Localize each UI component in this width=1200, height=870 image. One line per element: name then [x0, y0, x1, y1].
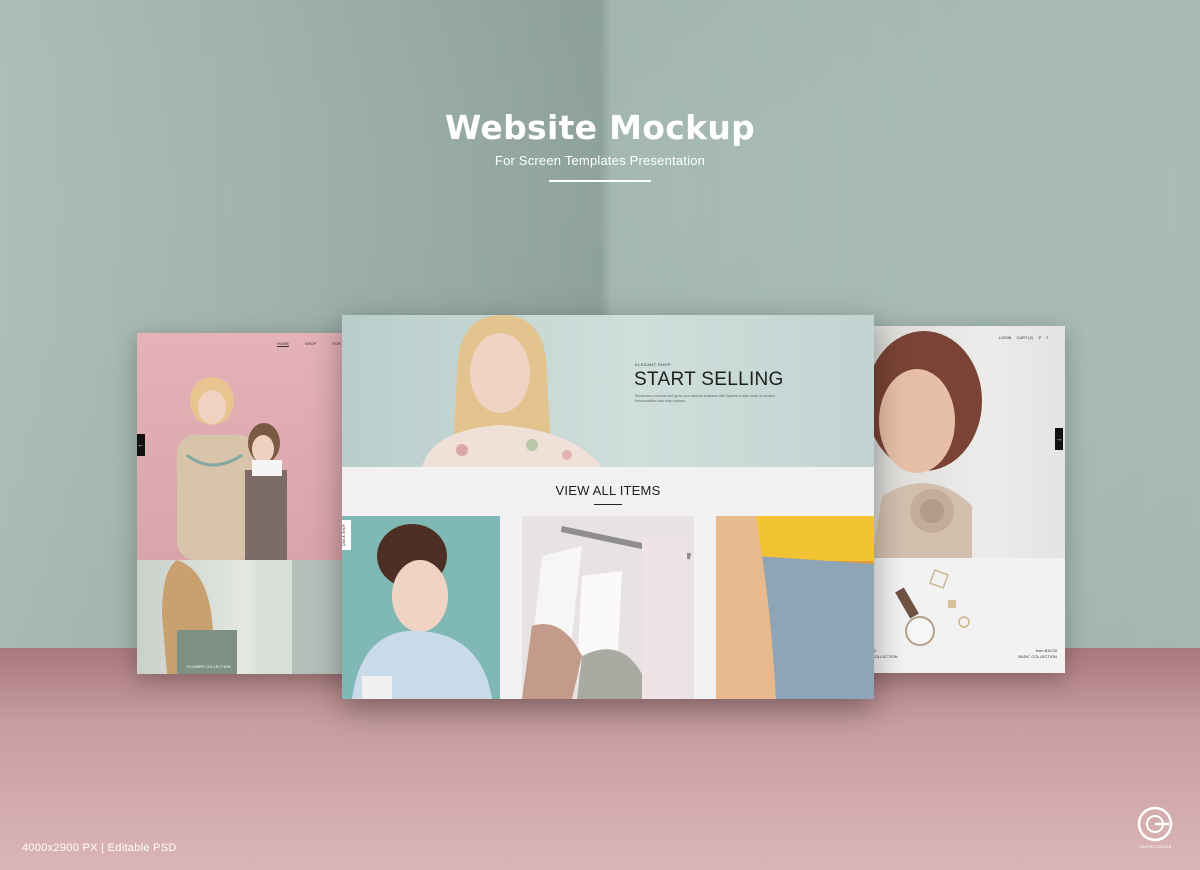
menu-icon[interactable]: ≡: [1046, 335, 1048, 340]
left-bottom-label: FLOWER COLLECTION: [187, 664, 231, 669]
left-arrow-icon[interactable]: ←: [137, 434, 145, 456]
product-photo-2: [522, 516, 694, 699]
center-eyebrow: ELEGANT SHOP: [635, 362, 671, 367]
right-collection-name: BASIC COLLECTION: [1018, 654, 1057, 659]
right-price-left: $0 COLLECTION: [872, 648, 898, 660]
right-price: from $19.00 BASIC COLLECTION: [1018, 648, 1057, 660]
headline-subtitle: For Screen Templates Presentation: [494, 153, 706, 168]
right-arrow-icon[interactable]: →: [1055, 428, 1063, 450]
view-all-items-heading[interactable]: VIEW ALL ITEMS: [342, 483, 874, 498]
left-bottom-photo: FLOWER COLLECTION: [137, 560, 352, 674]
left-nav-shop[interactable]: SHOP: [305, 341, 316, 347]
left-nav-home[interactable]: HOME: [277, 341, 289, 347]
view-all-items-underline: [594, 504, 622, 505]
right-hero: LOGIN CART (0) ⚲ ≡ →: [862, 326, 1065, 558]
graphic-google-logo-icon: GRAPHIC GOOGLE: [1137, 806, 1173, 849]
right-nav-login[interactable]: LOGIN: [999, 335, 1011, 340]
product-tile-3[interactable]: [716, 516, 874, 699]
right-nav: LOGIN CART (0) ⚲ ≡: [999, 335, 1048, 340]
headline: Website Mockup For Screen Templates Pres…: [0, 108, 1200, 182]
center-hero: ELEGANT SHOP START SELLING Showcase prod…: [342, 315, 874, 467]
left-hero-photo: [177, 377, 287, 560]
right-collection-left: COLLECTION: [872, 654, 898, 659]
headline-title: Website Mockup: [444, 108, 756, 147]
right-nav-cart[interactable]: CART (0): [1016, 335, 1033, 340]
right-hero-photo: [866, 331, 982, 558]
center-body: Showcase products and grow your fashion …: [635, 394, 776, 403]
center-screen: ELEGANT SHOP START SELLING Showcase prod…: [342, 315, 874, 699]
svg-text:GRAPHIC GOOGLE: GRAPHIC GOOGLE: [1139, 845, 1172, 849]
search-icon[interactable]: ⚲: [1038, 335, 1041, 340]
left-screen: HOME SHOP FOR ← FLOWER COLLECTION: [137, 333, 352, 674]
product-photo-1: [352, 524, 492, 699]
product-photo-3: [716, 516, 874, 699]
left-hero: HOME SHOP FOR ←: [137, 333, 352, 560]
headline-divider: [549, 180, 651, 182]
center-title: START SELLING: [634, 369, 784, 390]
left-bottom-art: [162, 560, 352, 674]
quick-shop-tab[interactable]: QUICK SHOP: [342, 520, 351, 550]
right-screen: LOGIN CART (0) ⚲ ≡ → $0 COLLECTION from …: [862, 326, 1065, 673]
specs-caption: 4000x2900 PX | Editable PSD: [22, 842, 177, 854]
left-nav: HOME SHOP FOR: [277, 341, 341, 347]
left-nav-for[interactable]: FOR: [332, 341, 340, 347]
product-tile-1[interactable]: [342, 516, 500, 699]
product-tile-2[interactable]: [522, 516, 694, 699]
center-hero-photo: [422, 315, 602, 467]
